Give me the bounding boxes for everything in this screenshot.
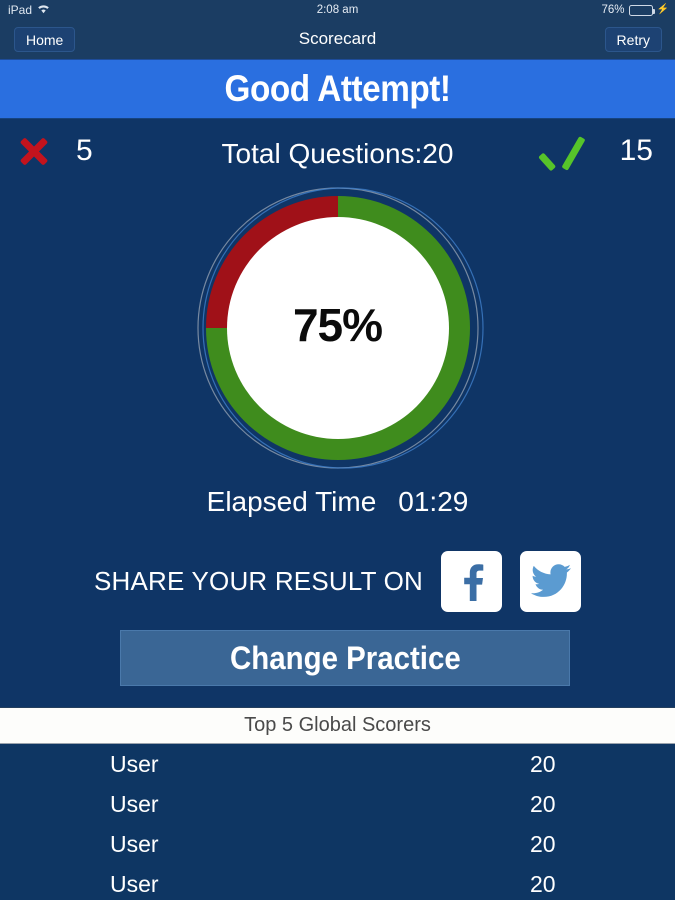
table-row[interactable]: User 20 — [0, 824, 675, 864]
table-row[interactable]: User 20 — [0, 864, 675, 900]
correct-stat: 15 — [546, 131, 653, 171]
share-label: SHARE YOUR RESULT ON — [93, 565, 424, 596]
score-donut-chart: 75% — [0, 181, 675, 469]
stats-row: 5 Total Questions:20 15 — [0, 125, 675, 181]
share-row: SHARE YOUR RESULT ON — [0, 548, 675, 614]
table-row[interactable]: User 20 — [0, 784, 675, 824]
scorer-name: User — [110, 791, 159, 817]
battery-percent-label: 76% — [601, 4, 625, 16]
scorer-score: 20 — [530, 831, 556, 857]
status-bar-right: 76% ⚡ — [602, 4, 669, 16]
twitter-share-button[interactable] — [520, 550, 582, 612]
table-row[interactable]: User 20 — [0, 744, 675, 784]
scorer-name: User — [110, 871, 159, 897]
navigation-bar: Home Scorecard Retry — [0, 20, 675, 59]
top-scorers-list: User 20 User 20 User 20 User 20 — [0, 744, 675, 900]
elapsed-time-value: 01:29 — [398, 486, 469, 517]
status-bar-clock: 2:08 am — [316, 4, 359, 16]
lightning-bolt-icon: ⚡ — [656, 4, 669, 15]
top-scorers-title: Top 5 Global Scorers — [244, 714, 431, 736]
donut-percent-label: 75% — [292, 299, 383, 351]
elapsed-time-label: Elapsed Time — [206, 486, 377, 517]
scorer-score: 20 — [530, 751, 556, 777]
scorer-name: User — [110, 751, 159, 777]
scorecard-screen: iPad 2:08 am 76% ⚡ Home Scorecard Retry … — [0, 0, 675, 900]
change-practice-button[interactable]: Change Practice — [120, 630, 570, 686]
facebook-share-button[interactable] — [441, 550, 503, 612]
result-banner: Good Attempt! — [0, 59, 675, 119]
top-scorers-header: Top 5 Global Scorers — [0, 707, 675, 744]
twitter-icon — [530, 564, 571, 598]
status-bar: iPad 2:08 am 76% ⚡ — [0, 0, 675, 20]
scorer-name: User — [110, 831, 159, 857]
scorer-score: 20 — [530, 791, 556, 817]
scorer-score: 20 — [530, 871, 556, 897]
page-title: Scorecard — [298, 29, 377, 48]
battery-icon — [628, 4, 655, 16]
facebook-icon — [455, 561, 489, 601]
retry-button[interactable]: Retry — [604, 27, 662, 52]
elapsed-time-row: Elapsed Time 01:29 — [0, 486, 675, 518]
check-mark-icon — [546, 131, 590, 171]
change-practice-label: Change Practice — [229, 639, 461, 676]
result-headline: Good Attempt! — [224, 68, 451, 109]
correct-count: 15 — [619, 134, 653, 167]
